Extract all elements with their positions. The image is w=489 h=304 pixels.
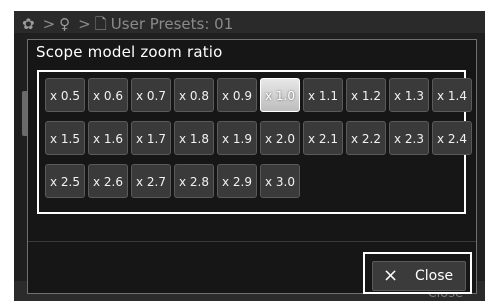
zoom-option-button[interactable]: x 1.2 [346,78,386,112]
zoom-option-button[interactable]: x 2.9 [217,164,257,198]
document-icon: 🗋 [94,15,107,33]
zoom-option-button[interactable]: x 2.2 [346,121,386,155]
zoom-option-button[interactable]: x 3.0 [260,164,300,198]
close-button[interactable]: × Close [372,261,466,291]
zoom-option-button[interactable]: x 0.6 [88,78,128,112]
close-icon: × [383,265,399,286]
close-button-label: Close [415,268,454,284]
zoom-option-button[interactable]: x 1.9 [217,121,257,155]
zoom-option-button[interactable]: x 1.8 [174,121,214,155]
zoom-option-button[interactable]: x 2.7 [131,164,171,198]
screen: ✿>♀>🗋User Presets: 01 Close Scope model … [14,11,485,301]
zoom-option-button[interactable]: x 2.4 [432,121,472,155]
zoom-option-button[interactable]: x 1.4 [432,78,472,112]
zoom-option-button[interactable]: x 1.3 [389,78,429,112]
person-icon: ♀ [59,15,71,33]
zoom-option-button[interactable]: x 2.5 [45,164,85,198]
divider [28,241,476,242]
zoom-option-button[interactable]: x 1.0 [260,78,300,112]
zoom-option-button[interactable]: x 2.0 [260,121,300,155]
breadcrumb-separator: > [42,15,56,33]
zoom-option-button[interactable]: x 0.5 [45,78,85,112]
breadcrumb-text: User Presets: 01 [110,15,234,33]
zoom-option-button[interactable]: x 1.7 [131,121,171,155]
breadcrumb-separator: > [78,15,91,33]
zoom-option-button[interactable]: x 1.1 [303,78,343,112]
zoom-ratio-dialog: Scope model zoom ratio x 0.5 x 0.6 x 0.7 x … [27,39,477,294]
zoom-option-button[interactable]: x 0.9 [217,78,257,112]
zoom-option-button[interactable]: x 0.7 [131,78,171,112]
breadcrumb: ✿ > ♀ > 🗋 User Presets: 01 [14,11,485,33]
zoom-option-button[interactable]: x 2.8 [174,164,214,198]
zoom-option-button[interactable]: x 1.6 [88,121,128,155]
zoom-option-button[interactable]: x 2.3 [389,121,429,155]
zoom-option-button[interactable]: x 2.1 [303,121,343,155]
zoom-option-button[interactable]: x 1.5 [45,121,85,155]
dialog-title: Scope model zoom ratio [36,43,223,61]
zoom-option-grid: x 0.5 x 0.6 x 0.7 x 0.8 x 0.9 x 1.0 x 1.1 x 1.2… [37,70,472,214]
gear-icon: ✿ [22,15,35,33]
zoom-option-button[interactable]: x 2.6 [88,164,128,198]
zoom-option-button[interactable]: x 0.8 [174,78,214,112]
